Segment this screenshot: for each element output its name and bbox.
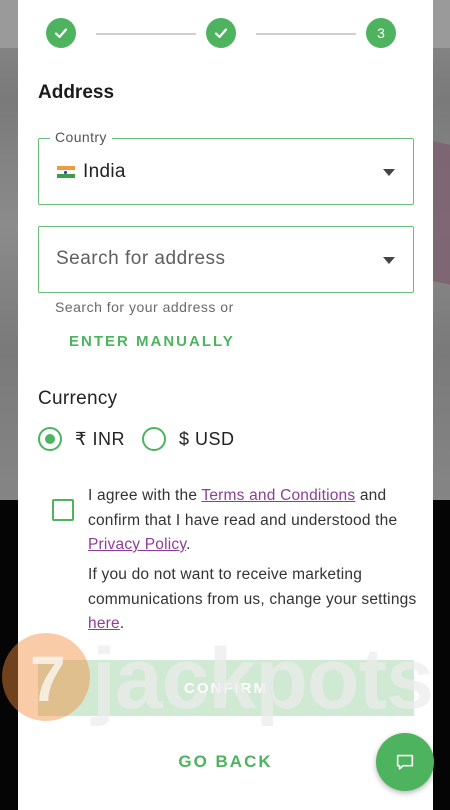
- india-flag-icon: [57, 165, 75, 179]
- currency-radio-usd[interactable]: $ USD: [142, 427, 235, 451]
- currency-label-inr: ₹ INR: [75, 428, 125, 449]
- step-3-current: 3: [366, 18, 396, 48]
- go-back-button[interactable]: GO BACK: [18, 752, 433, 772]
- step-connector: [256, 33, 356, 35]
- country-select[interactable]: Country India: [38, 129, 414, 205]
- terms-checkbox[interactable]: [52, 499, 74, 521]
- step-connector: [96, 33, 196, 35]
- chat-icon: [396, 754, 414, 770]
- chevron-down-icon: [383, 257, 395, 264]
- privacy-policy-link[interactable]: Privacy Policy: [88, 536, 186, 553]
- terms-prefix: I agree with the: [88, 487, 202, 504]
- terms-suffix: .: [186, 536, 191, 553]
- chat-button[interactable]: [376, 733, 434, 791]
- confirm-button[interactable]: CONFIRM: [38, 660, 414, 716]
- radio-selected-icon: [38, 427, 62, 451]
- country-label: Country: [50, 129, 112, 145]
- marketing-settings-link[interactable]: here: [88, 615, 120, 632]
- terms-text: I agree with the Terms and Conditions an…: [88, 484, 418, 558]
- address-search-input[interactable]: Search for address: [38, 226, 414, 293]
- country-value-wrapper: India: [57, 161, 126, 183]
- terms-and-conditions-link[interactable]: Terms and Conditions: [201, 487, 355, 504]
- section-title-address: Address: [38, 82, 115, 103]
- currency-title: Currency: [38, 388, 118, 409]
- chevron-down-icon: [383, 169, 395, 176]
- currency-label-usd: $ USD: [179, 428, 235, 449]
- marketing-prefix: If you do not want to receive marketing …: [88, 566, 417, 608]
- address-helper-text: Search for your address or: [55, 299, 234, 315]
- marketing-suffix: .: [119, 615, 125, 632]
- country-value: India: [83, 161, 126, 182]
- radio-unselected-icon: [142, 427, 166, 451]
- enter-manually-link[interactable]: ENTER MANUALLY: [69, 333, 235, 350]
- currency-radio-inr[interactable]: ₹ INR: [38, 427, 125, 451]
- progress-stepper: 3: [46, 18, 396, 52]
- step-1-complete-icon: [46, 18, 76, 48]
- address-search-placeholder: Search for address: [56, 248, 226, 269]
- registration-modal: 3 Address Country India Search for addre…: [18, 0, 433, 810]
- marketing-text: If you do not want to receive marketing …: [88, 563, 418, 637]
- step-2-complete-icon: [206, 18, 236, 48]
